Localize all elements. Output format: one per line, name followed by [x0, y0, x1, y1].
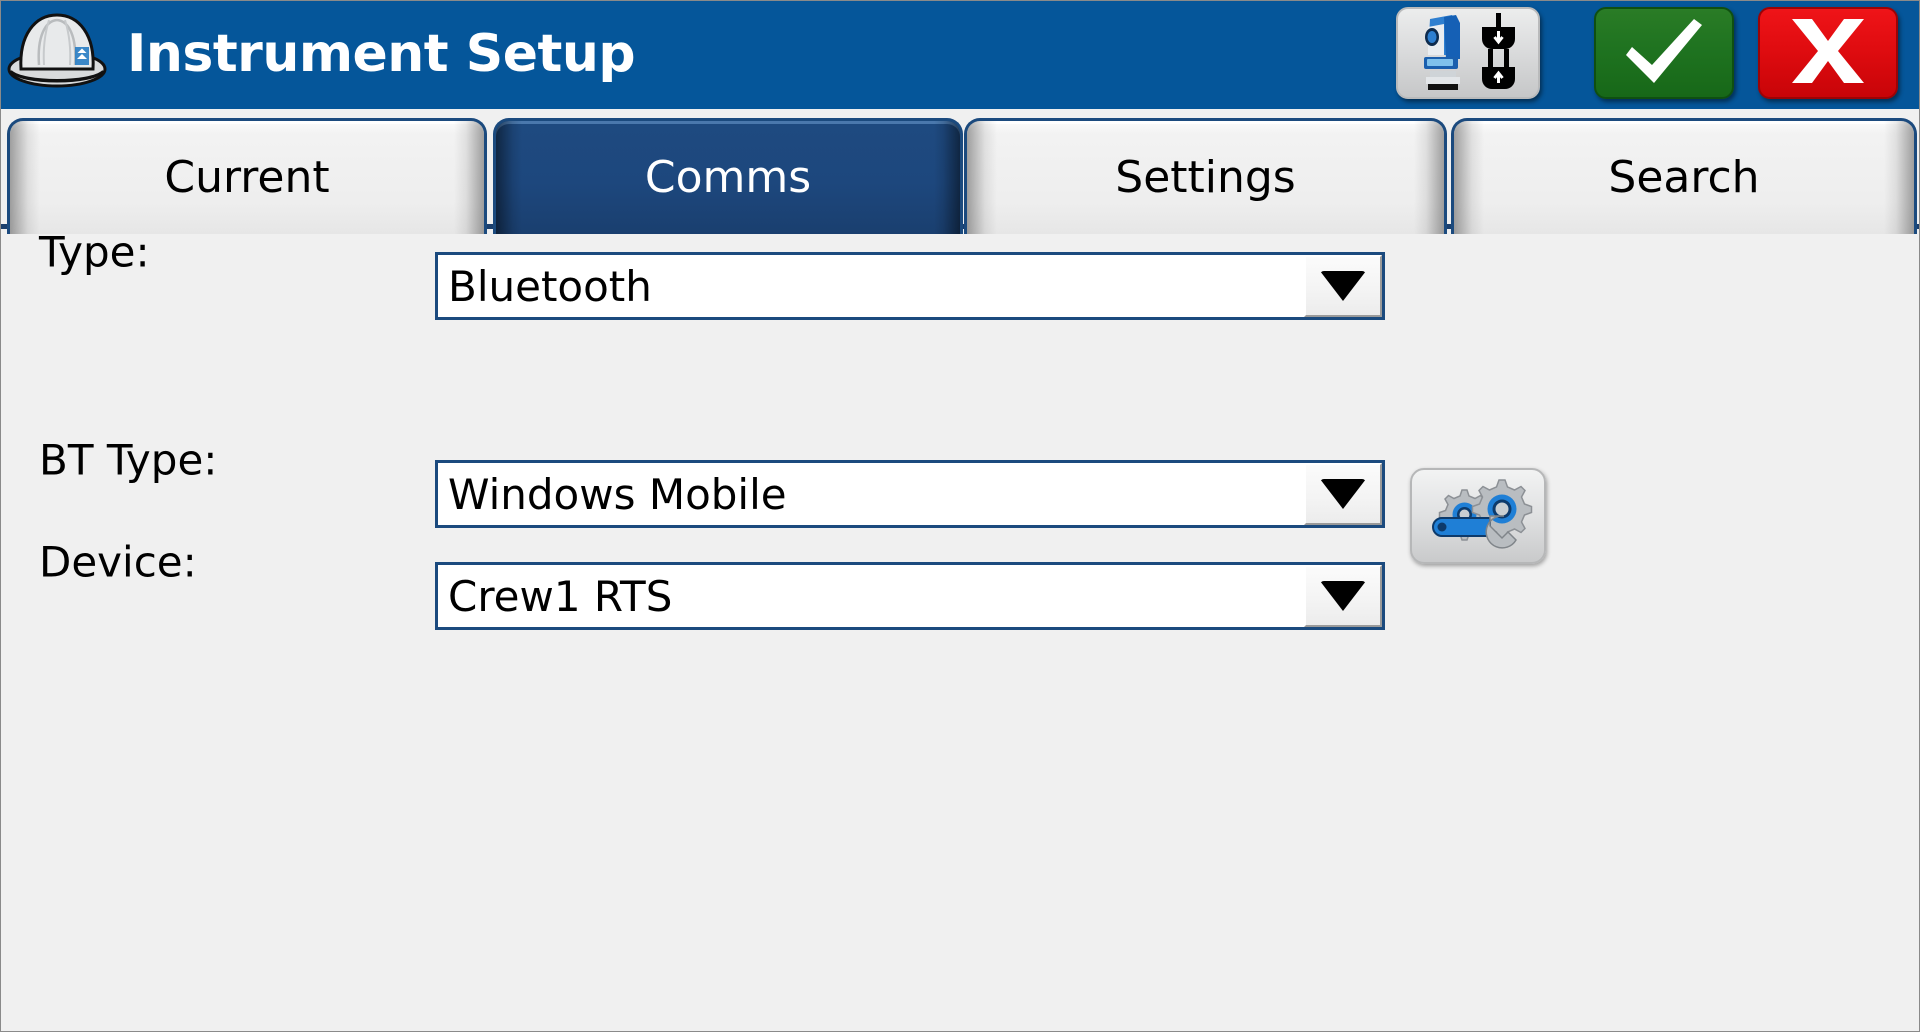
- cancel-button[interactable]: [1758, 7, 1898, 99]
- tab-comms[interactable]: Comms: [493, 118, 963, 234]
- bt-type-value: Windows Mobile: [448, 469, 787, 519]
- type-dropdown-arrow-button[interactable]: [1304, 255, 1382, 317]
- chevron-down-icon: [1320, 479, 1366, 509]
- accept-button[interactable]: [1594, 7, 1734, 99]
- bt-type-dropdown[interactable]: Windows Mobile: [435, 460, 1385, 528]
- device-label: Device:: [39, 537, 197, 587]
- instrument-connect-button[interactable]: [1396, 7, 1540, 99]
- device-dropdown[interactable]: Crew1 RTS: [435, 562, 1385, 630]
- page-title: Instrument Setup: [127, 23, 636, 84]
- tab-label: Settings: [1115, 152, 1296, 203]
- comms-tab-panel: Type: Bluetooth BT Type: Windows Mobile: [1, 228, 1919, 1031]
- tab-settings[interactable]: Settings: [964, 118, 1447, 234]
- device-value: Crew1 RTS: [448, 571, 673, 621]
- type-label: Type:: [39, 227, 150, 277]
- tab-bar: Current Comms Settings Search: [1, 109, 1919, 234]
- bt-type-label: BT Type:: [39, 435, 218, 485]
- tab-search[interactable]: Search: [1451, 118, 1917, 234]
- device-dropdown-arrow-button[interactable]: [1304, 565, 1382, 627]
- title-bar: Instrument Setup: [1, 1, 1919, 109]
- close-x-icon: [1786, 13, 1870, 93]
- instrument-setup-window: Instrument Setup Current Comms Settings …: [0, 0, 1920, 1032]
- total-station-connect-icon: [1404, 11, 1532, 95]
- bluetooth-config-button[interactable]: [1410, 468, 1546, 564]
- tab-label: Comms: [644, 152, 812, 203]
- tab-label: Search: [1608, 152, 1760, 203]
- tab-label: Current: [164, 152, 330, 203]
- gears-wrench-icon: [1422, 474, 1534, 558]
- type-value: Bluetooth: [448, 261, 652, 311]
- checkmark-icon: [1618, 13, 1710, 93]
- chevron-down-icon: [1320, 581, 1366, 611]
- chevron-down-icon: [1320, 271, 1366, 301]
- tab-current[interactable]: Current: [7, 118, 487, 234]
- hard-hat-icon: [5, 3, 109, 93]
- bt-type-dropdown-arrow-button[interactable]: [1304, 463, 1382, 525]
- type-dropdown[interactable]: Bluetooth: [435, 252, 1385, 320]
